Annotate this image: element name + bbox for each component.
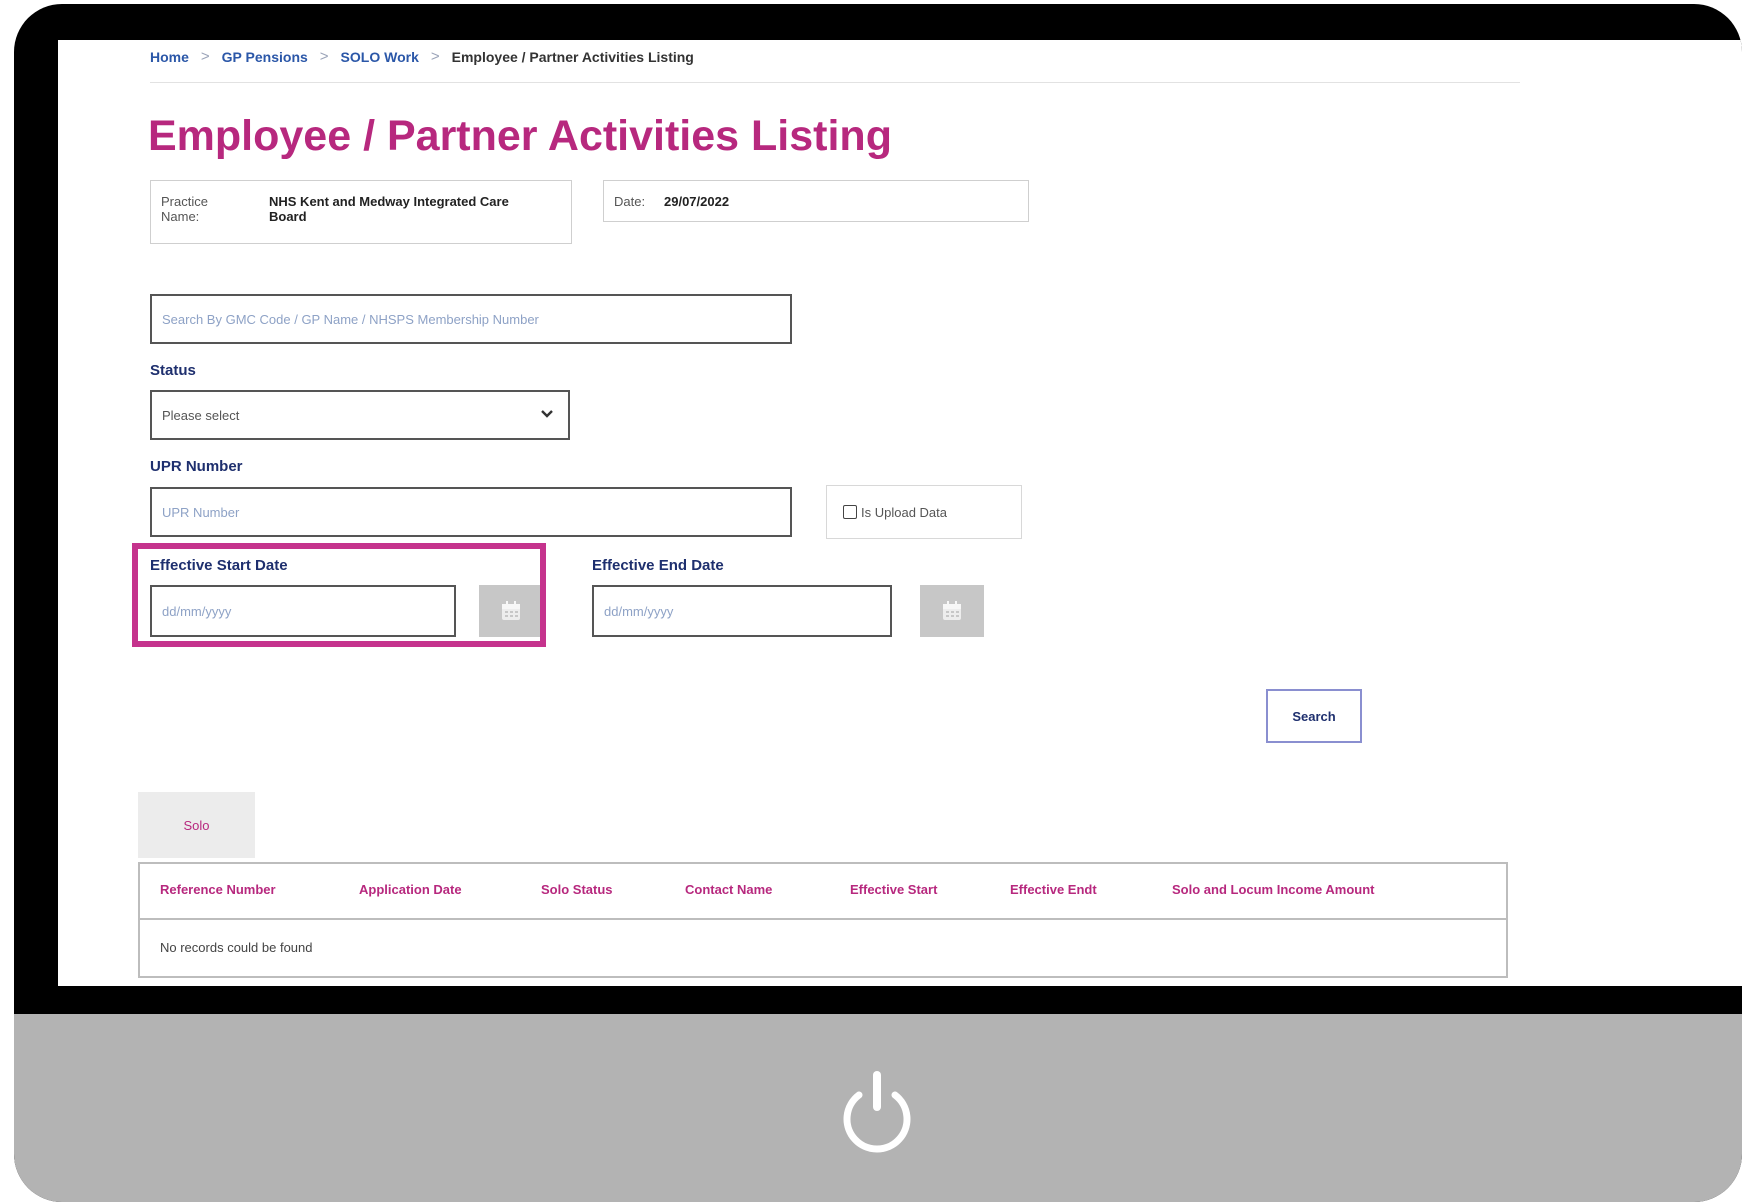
breadcrumb-solo-work[interactable]: SOLO Work <box>341 49 419 65</box>
status-label: Status <box>150 362 196 379</box>
is-upload-data-option[interactable]: Is Upload Data <box>826 485 1022 539</box>
power-icon[interactable] <box>832 1067 922 1157</box>
is-upload-data-checkbox[interactable] <box>843 505 857 519</box>
results-table: Reference Number Application Date Solo S… <box>138 862 1508 978</box>
date-value: 29/07/2022 <box>664 194 730 209</box>
is-upload-data-label: Is Upload Data <box>861 504 947 520</box>
date-label: Date: <box>614 194 646 209</box>
status-selected-value: Please select <box>162 407 240 423</box>
breadcrumb-current: Employee / Partner Activities Listing <box>451 48 694 65</box>
column-header[interactable]: Reference Number <box>160 882 276 897</box>
date-info-box: Date: 29/07/2022 <box>603 180 1029 222</box>
effective-end-date-label: Effective End Date <box>592 557 724 574</box>
search-input[interactable]: Search By GMC Code / GP Name / NHSPS Mem… <box>150 294 792 344</box>
monitor-frame: Home > GP Pensions > SOLO Work > Employe… <box>14 4 1742 1202</box>
chevron-right-icon: > <box>200 48 210 65</box>
calendar-icon <box>502 601 520 620</box>
page-title: Employee / Partner Activities Listing <box>148 112 892 160</box>
effective-start-date-placeholder: dd/mm/yyyy <box>162 603 232 619</box>
practice-name-label: Practice Name: <box>161 194 208 224</box>
upr-number-placeholder: UPR Number <box>162 504 240 520</box>
screen: Home > GP Pensions > SOLO Work > Employe… <box>58 40 1742 986</box>
breadcrumb-gp-pensions[interactable]: GP Pensions <box>222 49 308 65</box>
upr-number-input[interactable]: UPR Number <box>150 487 792 537</box>
breadcrumb: Home > GP Pensions > SOLO Work > Employe… <box>150 48 694 65</box>
search-placeholder: Search By GMC Code / GP Name / NHSPS Mem… <box>162 311 539 327</box>
effective-start-date-label: Effective Start Date <box>150 557 288 574</box>
status-select[interactable]: Please select <box>150 390 570 440</box>
chevron-right-icon: > <box>430 48 440 65</box>
column-header[interactable]: Effective Start <box>850 882 937 897</box>
effective-start-date-input[interactable]: dd/mm/yyyy <box>150 585 456 637</box>
column-header[interactable]: Contact Name <box>685 882 772 897</box>
practice-info-box: Practice Name: NHS Kent and Medway Integ… <box>150 180 572 244</box>
calendar-icon <box>943 601 961 620</box>
column-header[interactable]: Application Date <box>359 882 462 897</box>
column-header[interactable]: Effective Endt <box>1010 882 1097 897</box>
divider <box>150 82 1520 83</box>
column-header[interactable]: Solo and Locum Income Amount <box>1172 882 1374 897</box>
chevron-right-icon: > <box>319 48 329 65</box>
end-date-calendar-button[interactable] <box>920 585 984 637</box>
chevron-down-icon <box>540 406 554 423</box>
effective-end-date-input[interactable]: dd/mm/yyyy <box>592 585 892 637</box>
empty-table-message: No records could be found <box>160 940 313 955</box>
breadcrumb-home[interactable]: Home <box>150 49 189 65</box>
tab-solo[interactable]: Solo <box>138 792 255 858</box>
effective-end-date-placeholder: dd/mm/yyyy <box>604 603 674 619</box>
table-header: Reference Number Application Date Solo S… <box>140 864 1506 920</box>
upr-number-label: UPR Number <box>150 458 243 475</box>
start-date-calendar-button[interactable] <box>479 585 543 637</box>
search-button[interactable]: Search <box>1266 689 1362 743</box>
practice-name-value: NHS Kent and Medway Integrated Care Boar… <box>269 194 509 224</box>
column-header[interactable]: Solo Status <box>541 882 613 897</box>
